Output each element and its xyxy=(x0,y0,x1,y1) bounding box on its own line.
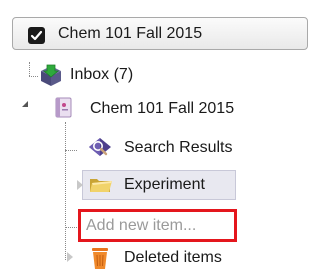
notebook-checkbox[interactable] xyxy=(28,27,45,44)
tree-item-label: Experiment xyxy=(124,176,205,193)
tree-item-label: Deleted items xyxy=(124,249,222,266)
tree-item-search-results[interactable]: Search Results xyxy=(87,135,287,161)
add-new-item-field[interactable] xyxy=(78,209,237,242)
inbox-icon xyxy=(38,62,64,88)
tree-item-label: Chem 101 Fall 2015 xyxy=(90,100,235,117)
folder-icon xyxy=(87,172,113,196)
add-new-item-input[interactable] xyxy=(86,215,231,237)
panel-header-cutoff: ​ xyxy=(245,0,315,6)
tree-guide-line xyxy=(29,62,30,76)
trash-icon xyxy=(89,245,111,270)
notebook-selector-label: Chem 101 Fall 2015 xyxy=(58,25,203,42)
notebook-tree-panel: ​ Chem 101 Fall 2015 Inbox (7) xyxy=(0,0,323,270)
tree-item-deleted-items[interactable]: Deleted items xyxy=(87,245,287,270)
expand-arrow-icon[interactable] xyxy=(67,252,73,262)
tree-item-label: Inbox (7) xyxy=(70,66,134,83)
expand-arrow-icon[interactable] xyxy=(77,180,83,190)
notebook-icon xyxy=(52,95,76,121)
tree-guide-line xyxy=(65,227,77,228)
tree-item-notebook[interactable]: Chem 101 Fall 2015 xyxy=(52,96,292,122)
tree-guide-line xyxy=(65,150,77,151)
tree-item-inbox[interactable]: Inbox (7) xyxy=(38,62,238,88)
tree-item-label: Search Results xyxy=(124,139,233,156)
tree-guide-line xyxy=(65,122,66,260)
check-icon xyxy=(30,30,43,41)
notebook-selector[interactable]: Chem 101 Fall 2015 xyxy=(12,17,308,50)
tree-guide-line xyxy=(29,76,38,77)
search-results-icon xyxy=(87,134,113,160)
tree-item-experiment[interactable]: Experiment xyxy=(87,172,237,198)
collapse-arrow-icon[interactable] xyxy=(22,101,28,107)
